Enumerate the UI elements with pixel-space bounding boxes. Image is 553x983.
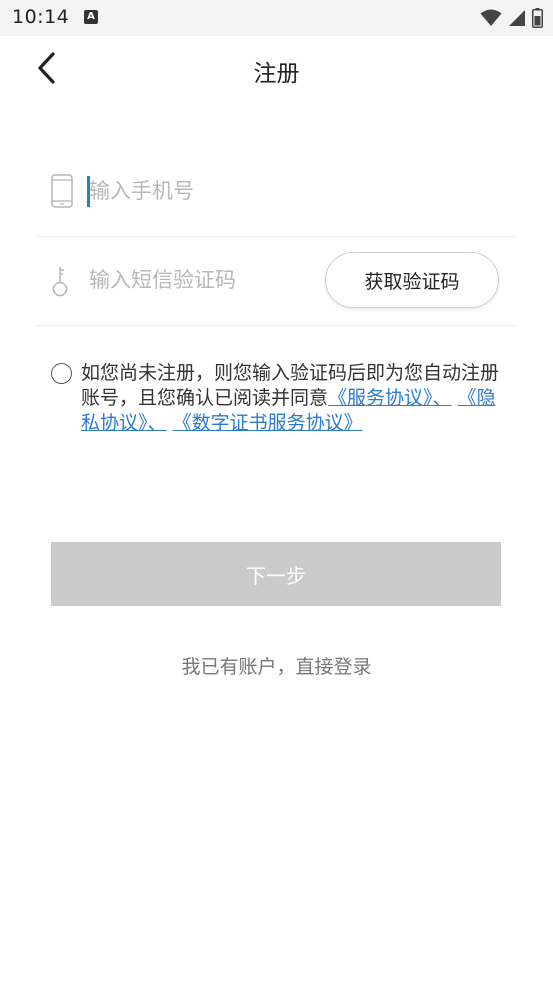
service-agreement-link[interactable]: 《服务协议》、 [328,387,452,409]
phone-input[interactable] [81,173,349,209]
register-screen: 10:14 A 注册 输入手机号 输入短信验证码 获取验证码 如您尚未注册，则您… [0,0,553,983]
key-icon [52,267,68,297]
phone-row [37,148,516,237]
digital-certificate-agreement-link[interactable]: 《数字证书服务协议》 [173,412,363,434]
status-time: 10:14 [12,6,70,28]
battery-icon [532,8,543,28]
agreement-text: 如您尚未注册，则您输入验证码后即为您自动注册账号，且您确认已阅读并同意《服务协议… [81,361,501,436]
signal-icon [509,10,525,26]
login-link[interactable]: 我已有账户，直接登录 [0,652,553,679]
page-title: 注册 [253,61,300,87]
status-icons [480,8,543,28]
wifi-icon [480,9,502,26]
agreement-checkbox[interactable] [51,363,72,384]
sms-code-input[interactable] [81,262,349,298]
next-step-button[interactable]: 下一步 [51,542,501,606]
text-cursor [87,176,90,207]
status-bar: 10:14 A [0,0,553,36]
notification-icon: A [84,10,98,24]
nav-bar: 注册 [0,36,553,100]
phone-icon [51,174,73,208]
sms-code-row: 获取验证码 [37,237,516,326]
get-code-button[interactable]: 获取验证码 [325,252,499,308]
